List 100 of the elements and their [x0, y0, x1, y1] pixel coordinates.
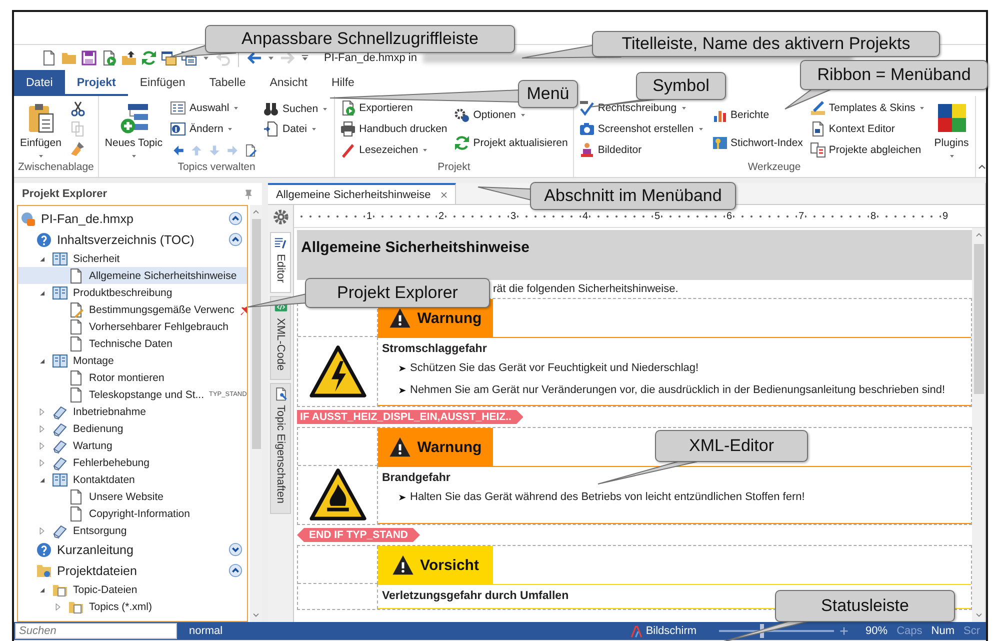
condition-tag: END IF TYP_STAND [297, 528, 420, 542]
view-button[interactable]: Bildschirm [630, 624, 697, 638]
ribbon-button[interactable]: Handbuch drucken [339, 119, 448, 139]
tree-item[interactable]: Fehlerbehebung [18, 454, 247, 471]
tree-item[interactable]: Montage [18, 352, 247, 369]
panel-title: Projekt Explorer [22, 188, 107, 200]
chevron-up-icon[interactable] [228, 211, 243, 226]
ribbon-button[interactable]: Bildeditor [578, 140, 643, 160]
paragraph: rät die folgenden Sicherheitshinweise. [493, 282, 678, 297]
menu-tab[interactable]: Tabelle [197, 70, 258, 96]
ribbon-button[interactable]: Suchen [262, 99, 330, 119]
scrollbar-thumb[interactable] [252, 219, 260, 449]
collapsed-triangle-icon[interactable] [37, 440, 47, 450]
tree-item[interactable]: Inbetriebnahme [18, 403, 247, 420]
collapsed-triangle-icon[interactable] [37, 424, 47, 434]
tree-item[interactable]: Wartung [18, 437, 247, 454]
tree-item[interactable]: Copyright-Information [18, 505, 247, 522]
close-icon[interactable] [438, 190, 449, 200]
ruler-number: 3 [509, 210, 517, 222]
tree-item[interactable]: Topics (*.xml) [18, 598, 247, 615]
tree-item[interactable]: Bedienung [18, 420, 247, 437]
left-arrow-icon[interactable] [172, 144, 186, 156]
ribbon-button[interactable]: Einfügen [18, 98, 64, 160]
side-tab[interactable]: XML-Code [270, 296, 291, 380]
ribbon-button[interactable]: Stichwort-Index [710, 133, 804, 153]
new-document-icon[interactable] [41, 50, 57, 66]
chevron-up-icon[interactable] [228, 232, 243, 247]
ribbon-button[interactable]: Kontext Editor [808, 119, 896, 139]
collapsed-triangle-icon[interactable] [53, 602, 63, 612]
collapsed-triangle-icon[interactable] [37, 406, 47, 416]
ribbon-button[interactable]: Neues Topic [102, 98, 164, 160]
tree-item[interactable]: Inhaltsverzeichnis (TOC) [18, 229, 247, 250]
side-tab[interactable]: Topic Eigenschaften [270, 383, 291, 514]
ruler-number: 6 [725, 210, 733, 222]
collapsed-triangle-icon[interactable] [37, 526, 47, 536]
page-icon [68, 506, 84, 522]
ribbon-button[interactable]: Plugins [932, 98, 971, 160]
folder-arrow-icon[interactable] [121, 50, 137, 66]
hazard-title: Brandgefahr [382, 472, 452, 484]
pin-icon[interactable] [243, 188, 254, 200]
page-icon [68, 386, 84, 402]
ribbon-button[interactable]: Screenshot erstellen [578, 119, 706, 139]
tree-item[interactable]: Sicherheit [18, 250, 247, 267]
side-tab[interactable]: Editor [270, 232, 291, 293]
tree-item[interactable]: PI-Fan_de.hmxp [18, 208, 247, 229]
topic-heading: Allgemeine Sicherheitshinweise [297, 230, 972, 280]
tree-item[interactable]: Topic-Dateien [18, 581, 247, 598]
tree-item[interactable]: Kontaktdaten [18, 471, 247, 488]
plus-icon[interactable] [838, 625, 850, 637]
scrollbar-thumb[interactable] [974, 244, 984, 394]
condition-tag: IF AUSST_HEIZ_DISPL_EIN,AUSST_HEIZ.. [297, 410, 524, 424]
menu-tab[interactable]: Ansicht [258, 70, 320, 96]
menu-tab[interactable]: Einfügen [128, 70, 198, 96]
ruler-number: 8 [869, 210, 877, 222]
electric-hazard-icon [308, 342, 366, 400]
ribbon-button[interactable]: Exportieren [339, 98, 414, 118]
customize-icon[interactable] [300, 52, 310, 62]
brush-icon[interactable] [70, 141, 86, 157]
chevron-up-icon[interactable] [228, 563, 243, 578]
ribbon-button[interactable]: Templates & Skins [808, 98, 928, 118]
document-pencil-icon[interactable] [244, 144, 258, 156]
ribbon-button[interactable]: Rechtschreibung [578, 98, 689, 118]
ribbon-button[interactable]: Lesezeichen [339, 140, 430, 160]
ribbon-button[interactable]: Ändern [169, 119, 236, 139]
ribbon-button[interactable]: Projekt aktualisieren [453, 133, 569, 153]
menu-tab[interactable]: Hilfe [319, 70, 366, 96]
document-play-icon[interactable] [101, 50, 117, 66]
tree-item[interactable]: Projektdateien [18, 560, 247, 581]
scissors-icon[interactable] [70, 101, 86, 117]
gear-icon[interactable] [272, 208, 290, 226]
tree-item[interactable]: Kurzanleitung [18, 539, 247, 560]
file-arrow-icon [263, 121, 280, 137]
tree-item[interactable]: Unsere Website [18, 488, 247, 505]
ribbon-button[interactable]: Berichte [710, 105, 770, 125]
ribbon-button[interactable]: Auswahl [169, 98, 242, 118]
text-lines-icon [274, 236, 288, 250]
key-indicator: Num [931, 625, 954, 637]
ribbon-button[interactable]: Projekte abgleichen [808, 140, 922, 160]
menu-tab[interactable]: Projekt [64, 70, 128, 96]
file-menu-tab[interactable]: Datei [14, 70, 65, 96]
tree-item[interactable]: Allgemeine Sicherheitshinweise [18, 267, 247, 284]
window-icon[interactable] [161, 50, 177, 66]
ribbon-button[interactable]: Optionen [453, 105, 528, 125]
book-icon [52, 522, 68, 538]
ruler-number: 2 [437, 210, 445, 222]
callout: Menü [518, 80, 578, 108]
ribbon-button[interactable]: Datei [262, 119, 319, 139]
binoculars-icon [263, 101, 280, 117]
search-field[interactable]: Suchen [15, 623, 177, 639]
tree-item[interactable]: Entsorgung [18, 522, 247, 539]
chevron-down-icon[interactable] [228, 542, 243, 557]
tree-item[interactable]: Vorhersehbarer Fehlgebrauch [18, 318, 247, 335]
callout-pointer [478, 186, 532, 201]
tree-item[interactable]: Rotor montieren [18, 369, 247, 386]
info-icon [170, 121, 186, 137]
document-tab[interactable]: Allgemeine Sicherheitshinweise [268, 183, 456, 204]
group-label: Werkzeuge [746, 161, 802, 175]
tree-item[interactable]: Produktbeschreibung [18, 284, 247, 301]
collapsed-triangle-icon[interactable] [37, 458, 47, 468]
tree-item[interactable]: Technische Daten [18, 335, 247, 352]
